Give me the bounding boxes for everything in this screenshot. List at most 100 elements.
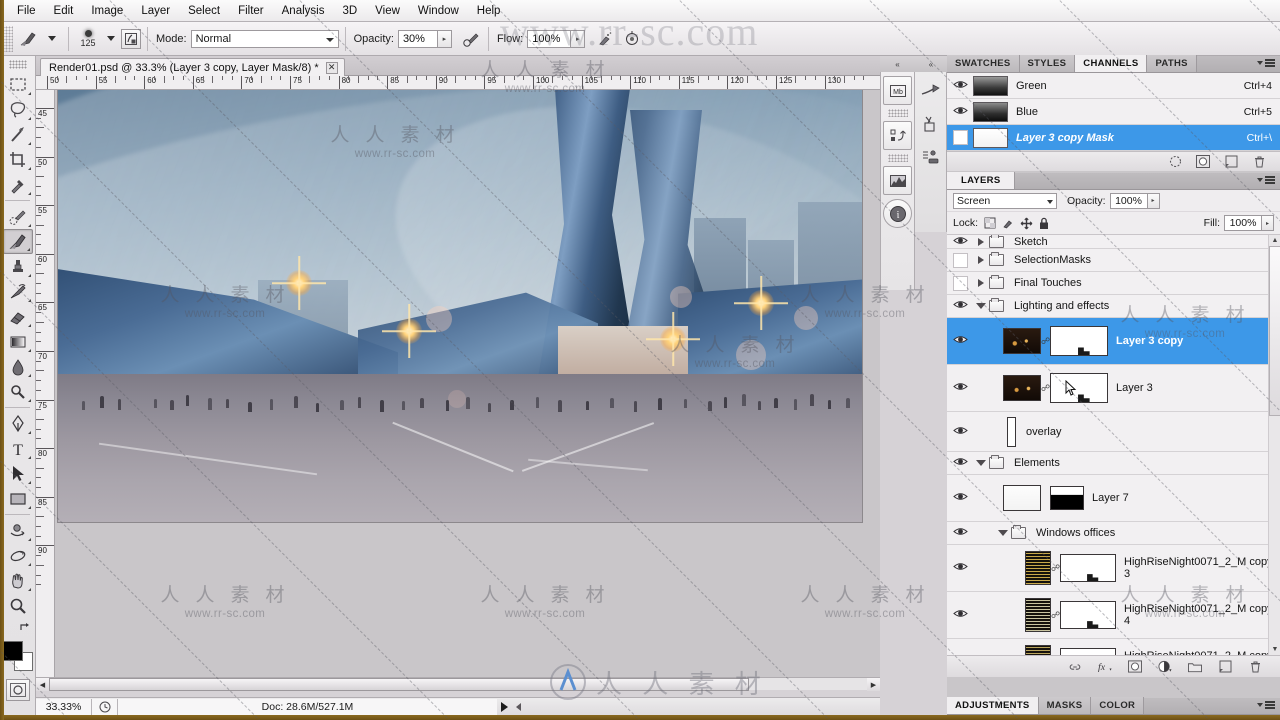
layer-visibility-toggle[interactable] xyxy=(947,425,973,439)
layer-row[interactable]: overlay xyxy=(947,412,1280,452)
layer-thumbnail[interactable] xyxy=(1025,551,1051,585)
layer-group-row[interactable]: Sketch xyxy=(947,235,1280,249)
tab-swatches[interactable]: SWATCHES xyxy=(947,55,1020,72)
brush-size-picker[interactable]: 125 xyxy=(75,29,101,48)
zoom-tool[interactable] xyxy=(3,593,33,618)
swap-colors-icon[interactable] xyxy=(3,622,33,635)
toggle-brush-panel-button[interactable] xyxy=(121,28,141,49)
layer-thumbnail[interactable] xyxy=(1007,416,1016,447)
histogram-icon[interactable] xyxy=(883,166,912,195)
brush-picker-chevron-icon[interactable] xyxy=(107,36,115,41)
group-disclosure-triangle[interactable] xyxy=(973,460,989,466)
scroll-down-arrow-icon[interactable]: ▼ xyxy=(1269,644,1280,655)
document-artboard[interactable] xyxy=(58,90,862,522)
create-new-channel-icon[interactable] xyxy=(1224,155,1238,169)
layer-visibility-toggle[interactable] xyxy=(947,334,973,348)
layers-list[interactable]: Sketch SelectionMasks Final Touches Lightin… xyxy=(947,235,1280,655)
layer-mask-thumbnail[interactable] xyxy=(1060,601,1116,629)
3d-rotate-tool[interactable] xyxy=(3,518,33,543)
channel-visibility-toggle[interactable] xyxy=(947,105,973,119)
quick-mask-button[interactable] xyxy=(5,679,30,701)
group-disclosure-triangle[interactable] xyxy=(995,530,1011,536)
layer-thumbnail[interactable] xyxy=(1003,328,1041,354)
menu-item-image[interactable]: Image xyxy=(82,3,132,19)
foreground-color-swatch[interactable] xyxy=(2,641,23,661)
new-adjustment-layer-icon[interactable] xyxy=(1158,660,1172,674)
new-group-icon[interactable] xyxy=(1188,660,1202,674)
layer-group-row[interactable]: SelectionMasks xyxy=(947,249,1280,272)
tool-preset-chevron-icon[interactable] xyxy=(48,36,56,41)
magic-wand-tool[interactable] xyxy=(3,122,33,147)
measurement-log-icon[interactable]: Mb xyxy=(883,76,912,105)
airbrush-icon[interactable] xyxy=(593,28,615,50)
lock-position-icon[interactable] xyxy=(1019,216,1033,230)
layer-row[interactable]: ☍ HighRiseNight0071_2_M copy 3 xyxy=(947,545,1280,592)
menu-item-edit[interactable]: Edit xyxy=(45,3,83,19)
link-icon[interactable]: ☍ xyxy=(1051,563,1060,574)
opacity-stepper[interactable]: ▸ xyxy=(437,29,452,48)
menu-item-file[interactable]: File xyxy=(8,3,45,19)
layer-row[interactable]: ☍ HighRiseNight0071_2_M copy 4 xyxy=(947,592,1280,639)
lock-transparent-pixels-icon[interactable] xyxy=(983,216,997,230)
layers-list-scrollbar[interactable]: ▲ ▼ xyxy=(1268,235,1280,655)
tool-presets-icon[interactable] xyxy=(916,109,945,138)
flow-input[interactable]: 100% xyxy=(527,29,572,48)
add-layer-mask-icon[interactable] xyxy=(1128,660,1142,674)
tablet-pressure-size-icon[interactable] xyxy=(621,28,643,50)
load-channel-as-selection-icon[interactable] xyxy=(1168,155,1182,169)
tab-channels[interactable]: CHANNELS xyxy=(1075,55,1148,72)
layer-group-row[interactable]: Lighting and effects xyxy=(947,295,1280,318)
document-info-icon[interactable] xyxy=(92,698,118,716)
tab-styles[interactable]: STYLES xyxy=(1019,55,1076,72)
menu-item-help[interactable]: Help xyxy=(468,3,510,19)
dock-grip[interactable] xyxy=(887,154,908,162)
channel-visibility-toggle[interactable] xyxy=(947,130,973,145)
layer-row[interactable]: Layer 7 xyxy=(947,475,1280,522)
menu-item-3d[interactable]: 3D xyxy=(333,3,366,19)
canvas-horizontal-scrollbar[interactable]: ◀ ▶ xyxy=(36,677,880,691)
menu-item-window[interactable]: Window xyxy=(409,3,468,19)
tab-masks[interactable]: MASKS xyxy=(1038,697,1092,714)
layer-visibility-toggle[interactable] xyxy=(947,561,973,575)
save-selection-as-channel-icon[interactable] xyxy=(1196,155,1210,169)
menu-item-select[interactable]: Select xyxy=(179,3,229,19)
tab-layers[interactable]: LAYERS xyxy=(947,172,1016,189)
eraser-tool[interactable] xyxy=(3,304,33,329)
layer-visibility-toggle[interactable] xyxy=(947,252,973,268)
zoom-level-input[interactable]: 33.33% xyxy=(36,698,92,716)
hand-tool[interactable] xyxy=(3,568,33,593)
brush-presets-icon[interactable] xyxy=(916,76,945,105)
layer-blend-mode-select[interactable]: Screen xyxy=(953,192,1057,209)
marquee-tool[interactable] xyxy=(3,72,33,97)
layer-visibility-toggle[interactable] xyxy=(947,608,973,622)
layer-visibility-toggle[interactable] xyxy=(947,381,973,395)
layer-visibility-toggle[interactable] xyxy=(947,275,973,291)
layer-opacity-input[interactable]: 100% xyxy=(1109,192,1148,209)
menu-item-analysis[interactable]: Analysis xyxy=(273,3,334,19)
dock-collapse-left[interactable]: « xyxy=(880,56,915,72)
layer-mask-thumbnail[interactable] xyxy=(1050,326,1108,356)
group-disclosure-triangle[interactable] xyxy=(973,237,989,246)
lock-all-icon[interactable] xyxy=(1037,216,1051,230)
canvas-horizontal-scroll-thumb[interactable] xyxy=(49,678,749,691)
new-layer-icon[interactable] xyxy=(1218,660,1232,674)
channel-row[interactable]: Layer 3 copy Mask Ctrl+\ xyxy=(947,125,1280,151)
layer-fill-stepper[interactable]: ▸ xyxy=(1262,215,1274,231)
layer-row[interactable]: ☍ Layer 3 xyxy=(947,365,1280,412)
tab-adjustments[interactable]: ADJUSTMENTS xyxy=(947,697,1039,714)
actions-icon[interactable] xyxy=(883,121,912,150)
current-tool-icon[interactable] xyxy=(16,27,42,51)
path-selection-tool[interactable] xyxy=(3,461,33,486)
dock-collapse-right[interactable]: « xyxy=(915,56,947,72)
layer-thumbnail[interactable] xyxy=(1003,485,1041,511)
scroll-right-arrow-icon[interactable]: ▶ xyxy=(867,678,880,691)
crop-tool[interactable] xyxy=(3,147,33,172)
spot-healing-brush-tool[interactable] xyxy=(3,204,33,229)
layer-mask-thumbnail[interactable] xyxy=(1060,648,1116,655)
dodge-tool[interactable] xyxy=(3,379,33,404)
layer-fill-input[interactable]: 100% xyxy=(1224,215,1262,231)
layer-visibility-toggle[interactable] xyxy=(947,526,973,540)
layer-thumbnail[interactable] xyxy=(1025,598,1051,632)
tab-color[interactable]: COLOR xyxy=(1091,697,1145,714)
group-disclosure-triangle[interactable] xyxy=(973,256,989,264)
